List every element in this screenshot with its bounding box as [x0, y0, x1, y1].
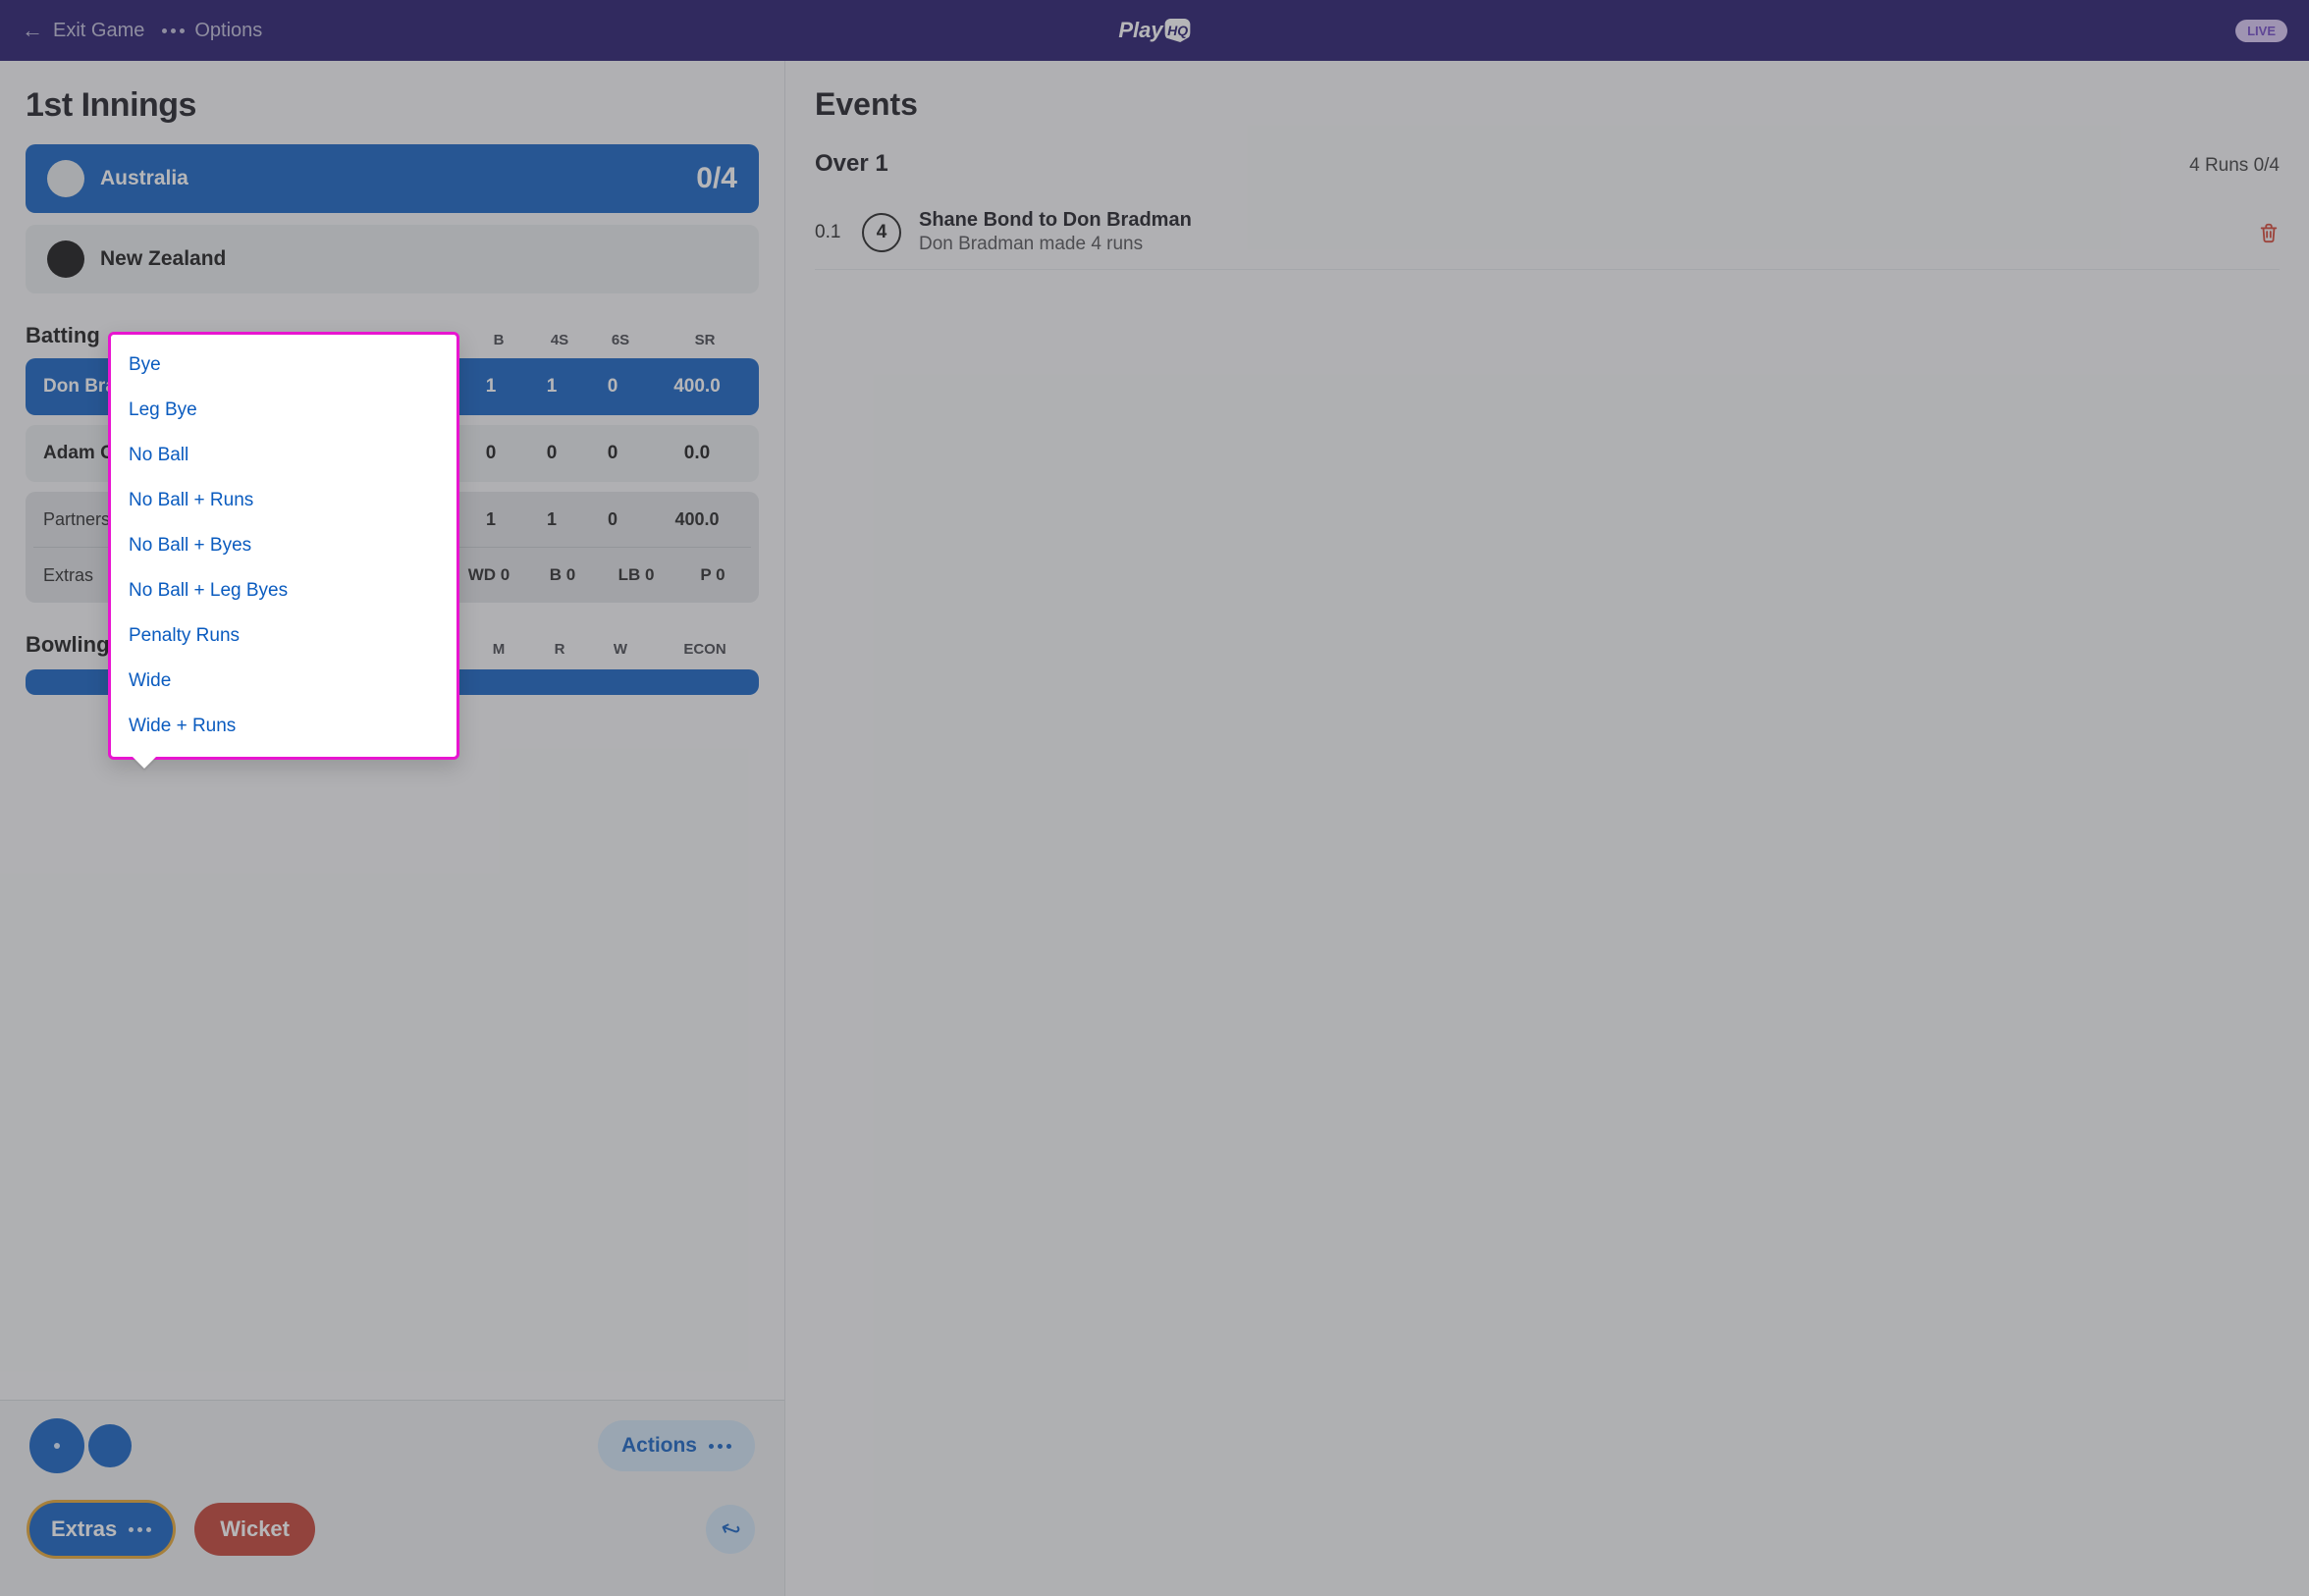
events-panel: Events Over 1 4 Runs 0/4 0.1 4 Shane Bon…: [785, 61, 2309, 1596]
extras-option-no-ball-legbyes[interactable]: No Ball + Leg Byes: [111, 568, 456, 613]
ellipsis-icon: [129, 1527, 151, 1532]
main: 1st Innings Australia 0/4 New Zealand Ba…: [0, 61, 2309, 1596]
wicket-button[interactable]: Wicket: [194, 1503, 315, 1556]
run-0-button[interactable]: [29, 1418, 84, 1473]
col-econ: ECON: [651, 641, 759, 658]
logo: Play HQ: [1118, 18, 1190, 43]
batter-4s: 0: [521, 443, 582, 464]
event-line1: Shane Bond to Don Bradman: [919, 209, 1192, 232]
delete-event-button[interactable]: [2258, 221, 2280, 244]
back-arrow-icon: ←: [22, 18, 43, 43]
extras-option-wide[interactable]: Wide: [111, 659, 456, 704]
extras-option-bye[interactable]: Bye: [111, 343, 456, 388]
logo-text: Play: [1118, 18, 1162, 43]
innings-title: 1st Innings: [26, 86, 759, 125]
undo-button[interactable]: ↪: [706, 1505, 755, 1554]
batter-sr: 400.0: [643, 376, 751, 398]
partnership-sr: 400.0: [643, 509, 751, 530]
batter-6s: 0: [582, 376, 643, 398]
wicket-label: Wicket: [220, 1516, 290, 1541]
action-bar: Actions Extras Wicket ↪: [0, 1400, 784, 1596]
app-header: ← Exit Game Options Play HQ LIVE: [0, 0, 2309, 61]
over-header: Over 1 4 Runs 0/4: [815, 150, 2280, 178]
undo-icon: ↪: [717, 1513, 745, 1546]
actions-button[interactable]: Actions: [598, 1420, 755, 1471]
bowling-team-row[interactable]: New Zealand: [26, 225, 759, 293]
batting-team-row[interactable]: Australia 0/4: [26, 144, 759, 213]
partnership-b: 1: [460, 509, 521, 530]
extras-button[interactable]: Extras: [29, 1503, 173, 1556]
col-w: W: [590, 641, 651, 658]
partnership-6s: 0: [582, 509, 643, 530]
options-label: Options: [194, 20, 262, 42]
batting-team-name: Australia: [100, 167, 188, 190]
extras-p: P 0: [674, 565, 751, 585]
extras-popover: Bye Leg Bye No Ball No Ball + Runs No Ba…: [108, 332, 459, 760]
extras-option-penalty-runs[interactable]: Penalty Runs: [111, 613, 456, 659]
extras-b: B 0: [527, 565, 598, 585]
team-color-dot: [47, 240, 84, 278]
actions-label: Actions: [621, 1434, 697, 1458]
team-color-dot: [47, 160, 84, 197]
bowling-team-name: New Zealand: [100, 247, 226, 271]
batter-6s: 0: [582, 443, 643, 464]
extras-lb: LB 0: [598, 565, 674, 585]
batter-4s: 1: [521, 376, 582, 398]
batter-sr: 0.0: [643, 443, 751, 464]
col-4s: 4S: [529, 332, 590, 348]
lower-action-row: Extras Wicket ↪: [29, 1503, 755, 1556]
header-left: ← Exit Game Options: [22, 18, 262, 43]
options-button[interactable]: Options: [162, 20, 262, 42]
extras-option-wide-runs[interactable]: Wide + Runs: [111, 704, 456, 749]
batter-b: 0: [460, 443, 521, 464]
batting-team-score: 0/4: [696, 162, 737, 195]
extras-option-no-ball-byes[interactable]: No Ball + Byes: [111, 523, 456, 568]
col-sr: SR: [651, 332, 759, 348]
batter-b: 1: [460, 376, 521, 398]
live-badge: LIVE: [2235, 20, 2287, 42]
extras-option-leg-bye[interactable]: Leg Bye: [111, 388, 456, 433]
run-1-button[interactable]: [88, 1424, 132, 1467]
event-line2: Don Bradman made 4 runs: [919, 234, 1192, 255]
extras-label: Extras: [51, 1516, 117, 1542]
col-m: M: [468, 641, 529, 658]
partnership-4s: 1: [521, 509, 582, 530]
trash-icon: [2258, 221, 2280, 244]
ellipsis-icon: [162, 28, 185, 33]
dot-icon: [54, 1443, 60, 1449]
extras-wd: WD 0: [451, 565, 527, 585]
event-text: Shane Bond to Don Bradman Don Bradman ma…: [919, 209, 1192, 255]
ball-runs-badge: 4: [862, 213, 901, 252]
ellipsis-icon: [709, 1444, 731, 1449]
col-rw: R: [529, 641, 590, 658]
events-title: Events: [815, 86, 2280, 123]
over-summary: 4 Runs 0/4: [2189, 155, 2280, 177]
event-row: 0.1 4 Shane Bond to Don Bradman Don Brad…: [815, 195, 2280, 270]
extras-option-no-ball-runs[interactable]: No Ball + Runs: [111, 478, 456, 523]
scorecard-panel: 1st Innings Australia 0/4 New Zealand Ba…: [0, 61, 785, 1596]
exit-game-label: Exit Game: [53, 20, 144, 42]
over-label: Over 1: [815, 150, 888, 178]
ball-number: 0.1: [815, 222, 844, 243]
col-6s: 6S: [590, 332, 651, 348]
extras-option-no-ball[interactable]: No Ball: [111, 433, 456, 478]
logo-badge: HQ: [1165, 19, 1191, 42]
run-buttons: Actions: [29, 1418, 755, 1473]
col-b: B: [468, 332, 529, 348]
exit-game-button[interactable]: ← Exit Game: [22, 18, 144, 43]
